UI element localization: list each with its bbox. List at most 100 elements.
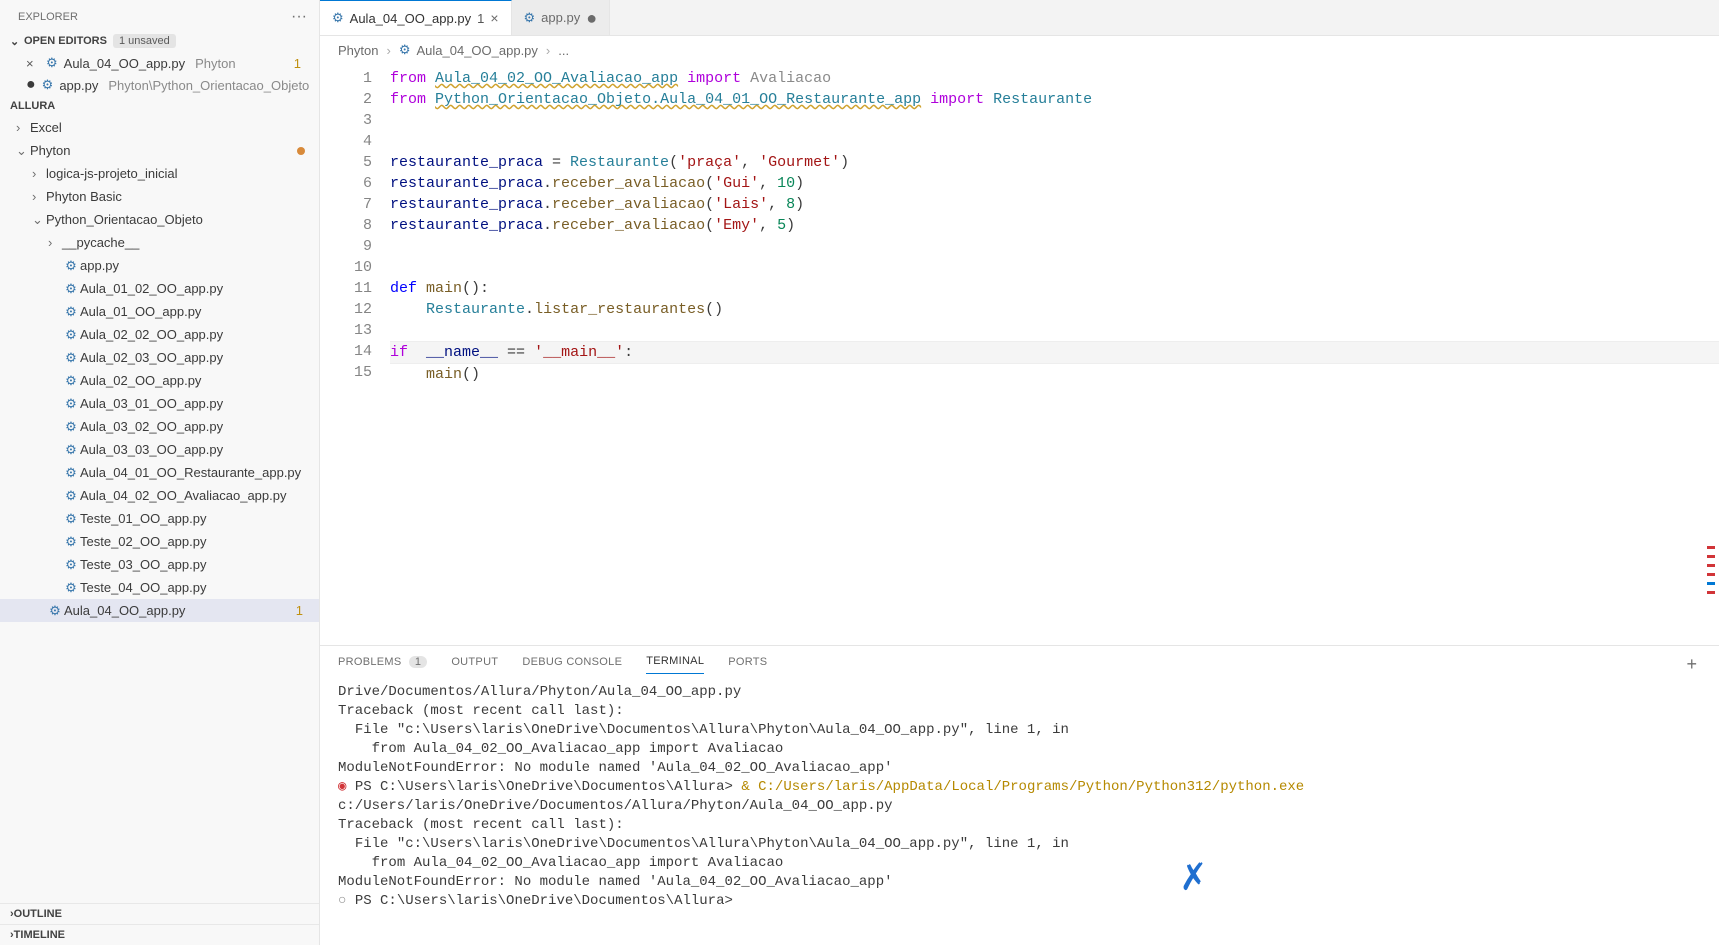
open-editor-item[interactable]: × ⚙ Aula_04_OO_app.py Phyton 1: [0, 52, 319, 74]
timeline-label: TIMELINE: [14, 929, 65, 941]
tree-item-label: Aula_01_OO_app.py: [80, 304, 201, 319]
term-line: Drive/Documentos/Allura/Phyton/Aula_04_O…: [338, 683, 1701, 702]
tree-row[interactable]: ⚙Aula_03_03_OO_app.py: [0, 438, 319, 461]
tree-item-label: app.py: [80, 258, 119, 273]
tree-item-label: Teste_04_OO_app.py: [80, 580, 206, 595]
tab-terminal[interactable]: TERMINAL: [646, 655, 704, 674]
panel-tabs: PROBLEMS 1 OUTPUT DEBUG CONSOLE TERMINAL…: [320, 646, 1719, 675]
tree-row[interactable]: ⚙Aula_04_OO_app.py1: [0, 599, 319, 622]
tree-item-label: Teste_02_OO_app.py: [80, 534, 206, 549]
tree-item-label: Aula_02_02_OO_app.py: [80, 327, 223, 342]
python-file-icon: ⚙: [62, 465, 80, 481]
line-number: 6: [320, 173, 372, 194]
tree-row[interactable]: ⚙Aula_01_02_OO_app.py: [0, 277, 319, 300]
tree-row[interactable]: ⚙Aula_04_02_OO_Avaliacao_app.py: [0, 484, 319, 507]
file-name: Aula_04_OO_app.py: [64, 56, 185, 71]
outline-label: OUTLINE: [14, 908, 62, 920]
unsaved-badge: 1 unsaved: [113, 34, 176, 48]
line-number: 10: [320, 257, 372, 278]
dirty-indicator-icon[interactable]: ●: [26, 80, 36, 90]
tree-item-label: __pycache__: [62, 235, 139, 250]
editor-tab[interactable]: ⚙Aula_04_OO_app.py1×: [320, 0, 512, 35]
chevron-right-icon: ›: [32, 189, 46, 204]
tab-problems[interactable]: PROBLEMS 1: [338, 656, 427, 674]
dirty-indicator-icon[interactable]: ●: [586, 13, 597, 23]
workspace-header[interactable]: ALLURA: [0, 96, 319, 116]
chevron-right-icon: ›: [16, 120, 30, 135]
close-icon[interactable]: ×: [490, 10, 498, 26]
python-file-icon: ⚙: [46, 603, 64, 619]
tree-row[interactable]: ⚙Aula_03_01_OO_app.py: [0, 392, 319, 415]
python-file-icon: ⚙: [399, 42, 411, 58]
explorer-header: EXPLORER ···: [0, 0, 319, 30]
python-file-icon: ⚙: [42, 77, 54, 93]
tree-row[interactable]: ⚙Aula_01_OO_app.py: [0, 300, 319, 323]
tree-row[interactable]: ⚙Teste_03_OO_app.py: [0, 553, 319, 576]
tree-row[interactable]: ⚙app.py: [0, 254, 319, 277]
line-number: 13: [320, 320, 372, 341]
tree-row[interactable]: ⚙Aula_02_OO_app.py: [0, 369, 319, 392]
tree-row[interactable]: ⌄Python_Orientacao_Objeto: [0, 208, 319, 231]
line-number: 3: [320, 110, 372, 131]
tree-row[interactable]: ›logica-js-projeto_inicial: [0, 162, 319, 185]
tree-row[interactable]: ⚙Aula_03_02_OO_app.py: [0, 415, 319, 438]
term-line: from Aula_04_02_OO_Avaliacao_app import …: [338, 854, 1701, 873]
tree-row[interactable]: ⚙Teste_02_OO_app.py: [0, 530, 319, 553]
code-content[interactable]: from Aula_04_02_OO_Avaliacao_app import …: [390, 64, 1719, 645]
tree-row[interactable]: ⚙Aula_02_03_OO_app.py: [0, 346, 319, 369]
terminal-output[interactable]: Drive/Documentos/Allura/Phyton/Aula_04_O…: [320, 675, 1719, 945]
tab-output[interactable]: OUTPUT: [451, 656, 498, 674]
breadcrumb-seg[interactable]: Aula_04_OO_app.py: [416, 43, 537, 58]
line-number: 1: [320, 68, 372, 89]
python-file-icon: ⚙: [62, 373, 80, 389]
python-file-icon: ⚙: [46, 55, 58, 71]
file-name: app.py: [59, 78, 98, 93]
line-number: 12: [320, 299, 372, 320]
outline-header[interactable]: › OUTLINE: [0, 903, 319, 924]
python-file-icon: ⚙: [62, 419, 80, 435]
tree-item-label: logica-js-projeto_inicial: [46, 166, 178, 181]
chevron-right-icon: ›: [546, 43, 550, 58]
file-dir: Phyton\Python_Orientacao_Objeto: [108, 78, 309, 93]
tree-item-label: Aula_02_03_OO_app.py: [80, 350, 223, 365]
term-line: File "c:\Users\laris\OneDrive\Documentos…: [338, 721, 1701, 740]
more-actions-icon[interactable]: ···: [291, 8, 307, 26]
tree-row[interactable]: ›Phyton Basic: [0, 185, 319, 208]
code-editor[interactable]: 123456789101112131415 from Aula_04_02_OO…: [320, 64, 1719, 645]
breadcrumb-seg[interactable]: ...: [558, 43, 569, 58]
tree-row[interactable]: ⌄Phyton: [0, 139, 319, 162]
tree-row[interactable]: ⚙Teste_04_OO_app.py: [0, 576, 319, 599]
breadcrumb-seg[interactable]: Phyton: [338, 43, 378, 58]
open-editor-item[interactable]: ● ⚙ app.py Phyton\Python_Orientacao_Obje…: [0, 74, 319, 96]
tab-mod-count: 1: [477, 11, 484, 26]
new-terminal-icon[interactable]: +: [1686, 654, 1701, 675]
breadcrumb[interactable]: Phyton › ⚙ Aula_04_OO_app.py › ...: [320, 36, 1719, 64]
tree-item-label: Aula_01_02_OO_app.py: [80, 281, 223, 296]
line-number: 15: [320, 362, 372, 383]
editor-tab[interactable]: ⚙app.py●: [512, 0, 611, 35]
close-icon[interactable]: ×: [26, 56, 40, 71]
modified-indicator-icon: [297, 147, 305, 155]
file-tree: ›Excel⌄Phyton›logica-js-projeto_inicial›…: [0, 116, 319, 903]
term-line: Traceback (most recent call last):: [338, 816, 1701, 835]
tree-row[interactable]: ›__pycache__: [0, 231, 319, 254]
tab-ports[interactable]: PORTS: [728, 656, 767, 674]
explorer-sidebar: EXPLORER ··· ⌄ OPEN EDITORS 1 unsaved × …: [0, 0, 320, 945]
line-number: 11: [320, 278, 372, 299]
tree-item-label: Aula_03_02_OO_app.py: [80, 419, 223, 434]
python-file-icon: ⚙: [62, 442, 80, 458]
tree-row[interactable]: ›Excel: [0, 116, 319, 139]
problem-count: 1: [294, 56, 309, 71]
line-gutter: 123456789101112131415: [320, 64, 390, 645]
timeline-header[interactable]: › TIMELINE: [0, 924, 319, 945]
tree-row[interactable]: ⚙Aula_02_02_OO_app.py: [0, 323, 319, 346]
tree-item-label: Phyton: [30, 143, 70, 158]
tree-item-label: Teste_01_OO_app.py: [80, 511, 206, 526]
tree-row[interactable]: ⚙Teste_01_OO_app.py: [0, 507, 319, 530]
line-number: 14: [320, 341, 372, 362]
tab-debug-console[interactable]: DEBUG CONSOLE: [522, 656, 622, 674]
open-editors-header[interactable]: ⌄ OPEN EDITORS 1 unsaved: [0, 30, 319, 52]
problems-count: 1: [409, 656, 427, 668]
tree-row[interactable]: ⚙Aula_04_01_OO_Restaurante_app.py: [0, 461, 319, 484]
tree-item-label: Aula_04_02_OO_Avaliacao_app.py: [80, 488, 286, 503]
